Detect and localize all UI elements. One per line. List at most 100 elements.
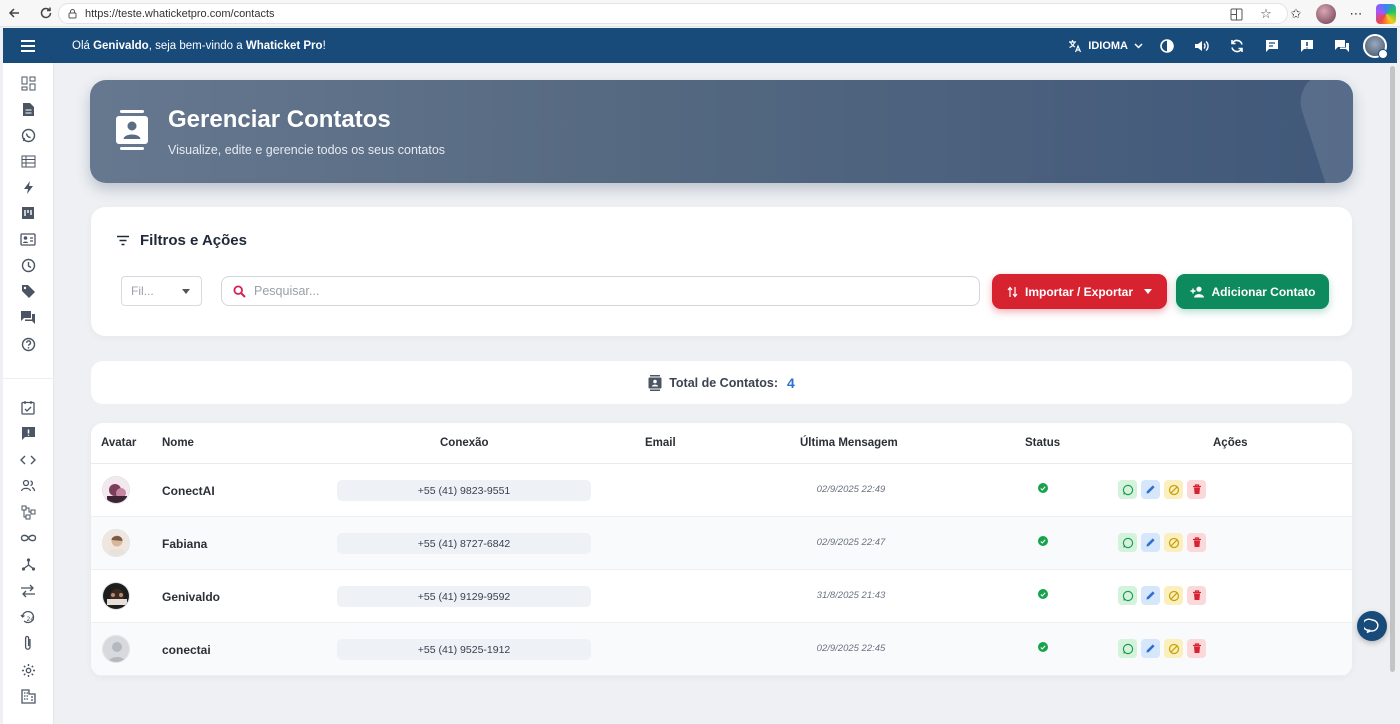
search-input[interactable] — [254, 284, 954, 298]
favorites-icon[interactable]: ✩ — [1286, 4, 1306, 24]
column-header-last-message: Última Mensagem — [800, 437, 898, 449]
contact-connection: +55 (41) 9823-9551 — [337, 480, 591, 501]
block-icon[interactable] — [1164, 586, 1183, 605]
volume-icon[interactable] — [1184, 39, 1219, 53]
search-icon — [233, 284, 246, 298]
back-arrow-icon[interactable] — [4, 3, 24, 23]
address-bar[interactable]: https://teste.whaticketpro.com/contacts — [58, 3, 1288, 24]
contacts-table: Avatar Nome Conexão Email Última Mensage… — [91, 423, 1352, 676]
users-icon[interactable] — [19, 477, 37, 495]
table-row[interactable]: Genivaldo +55 (41) 9129-9592 31/8/2025 2… — [91, 570, 1352, 623]
import-export-button[interactable]: Importar / Exportar — [992, 274, 1167, 309]
split-screen-icon[interactable] — [1226, 4, 1246, 24]
transfer-icon[interactable] — [19, 582, 37, 600]
infinity-icon[interactable] — [19, 529, 37, 547]
document-icon[interactable] — [19, 100, 37, 118]
block-icon[interactable] — [1164, 480, 1183, 499]
table-row[interactable]: conectai +55 (41) 9525-1912 02/9/2025 22… — [91, 623, 1352, 676]
whatsapp-action-icon[interactable] — [1118, 639, 1137, 658]
whatsapp-icon[interactable] — [19, 126, 37, 144]
integration-icon[interactable] — [19, 555, 37, 573]
table-row[interactable]: ConectAI +55 (41) 9823-9551 02/9/2025 22… — [91, 464, 1352, 517]
hamburger-menu-icon[interactable] — [3, 39, 53, 53]
chat-icon[interactable] — [1254, 38, 1289, 54]
settings-gear-icon[interactable] — [19, 661, 37, 679]
whatsapp-action-icon[interactable] — [1118, 533, 1137, 552]
add-contact-label: Adicionar Contato — [1211, 284, 1316, 299]
delete-trash-icon[interactable] — [1187, 639, 1206, 658]
delete-trash-icon[interactable] — [1187, 533, 1206, 552]
profile-avatar-icon[interactable] — [1316, 4, 1336, 24]
edit-pencil-icon[interactable] — [1141, 480, 1160, 499]
copilot-icon[interactable] — [1376, 4, 1396, 24]
filter-select-value: Fil... — [131, 284, 154, 298]
hours-24-icon[interactable]: 24 — [19, 608, 37, 626]
tag-icon[interactable] — [19, 282, 37, 300]
task-checklist-icon[interactable] — [19, 398, 37, 416]
caret-down-icon — [1144, 289, 1153, 294]
sidebar-divider — [3, 378, 54, 379]
url-text: https://teste.whaticketpro.com/contacts — [85, 7, 275, 20]
edit-pencil-icon[interactable] — [1141, 533, 1160, 552]
row-actions — [1118, 533, 1206, 552]
forum-icon[interactable] — [19, 308, 37, 326]
page-subtitle: Visualize, edite e gerencie todos os seu… — [168, 143, 446, 157]
edit-pencil-icon[interactable] — [1141, 639, 1160, 658]
chat-bubble-icon[interactable] — [1357, 611, 1387, 641]
status-check-icon — [1038, 642, 1048, 652]
user-avatar[interactable] — [1363, 33, 1388, 59]
announcement-icon[interactable] — [1289, 38, 1324, 54]
contacts-book-icon — [114, 110, 152, 152]
whatsapp-action-icon[interactable] — [1118, 480, 1137, 499]
delete-trash-icon[interactable] — [1187, 480, 1206, 499]
greeting-app-name: Whaticket Pro — [245, 39, 323, 52]
contact-last-message: 02/9/2025 22:45 — [816, 643, 886, 654]
block-icon[interactable] — [1164, 533, 1183, 552]
greeting-middle: , seja bem-vindo a — [148, 39, 246, 52]
import-export-icon — [1007, 286, 1018, 297]
page-info-icon[interactable] — [67, 8, 78, 19]
contact-connection: +55 (41) 9129-9592 — [337, 586, 591, 607]
contacts-book-icon — [648, 374, 662, 391]
language-selector[interactable]: IDIOMA — [1068, 39, 1143, 53]
edit-pencil-icon[interactable] — [1141, 586, 1160, 605]
flash-icon[interactable] — [19, 178, 37, 196]
whatsapp-action-icon[interactable] — [1118, 586, 1137, 605]
status-check-icon — [1038, 536, 1048, 546]
reload-icon[interactable] — [36, 3, 56, 23]
flow-builder-icon[interactable] — [19, 503, 37, 521]
contact-name: Fabiana — [162, 537, 208, 551]
company-building-icon[interactable] — [19, 687, 37, 705]
contacts-icon[interactable] — [19, 230, 37, 248]
favorite-star-icon[interactable]: ☆ — [1256, 4, 1276, 24]
delete-trash-icon[interactable] — [1187, 586, 1206, 605]
add-contact-button[interactable]: Adicionar Contato — [1176, 274, 1329, 309]
contact-connection: +55 (41) 9525-1912 — [337, 639, 591, 660]
contact-connection: +55 (41) 8727-6842 — [337, 533, 591, 554]
kanban-icon[interactable] — [19, 204, 37, 222]
table-row[interactable]: Fabiana +55 (41) 8727-6842 02/9/2025 22:… — [91, 517, 1352, 570]
more-options-icon[interactable]: ⋯ — [1346, 4, 1366, 24]
help-icon[interactable] — [19, 335, 37, 353]
contact-name: ConectAI — [162, 484, 215, 498]
filters-card: Filtros e Ações Fil... Importar / Export… — [91, 207, 1352, 336]
feedback-icon[interactable] — [19, 424, 37, 442]
attachment-icon[interactable] — [19, 634, 37, 652]
refresh-icon[interactable] — [1219, 38, 1254, 54]
table-list-icon[interactable] — [19, 152, 37, 170]
search-box[interactable] — [221, 276, 980, 306]
messages-icon[interactable] — [1324, 38, 1359, 54]
table-header: Avatar Nome Conexão Email Última Mensage… — [91, 423, 1352, 464]
dashboard-icon[interactable] — [19, 74, 37, 92]
total-contacts-count: 4 — [787, 374, 795, 391]
clock-icon[interactable] — [19, 256, 37, 274]
contact-avatar — [102, 476, 130, 504]
theme-toggle-icon[interactable] — [1149, 38, 1184, 54]
page-title: Gerenciar Contatos — [168, 106, 391, 133]
block-icon[interactable] — [1164, 639, 1183, 658]
status-check-icon — [1038, 483, 1048, 493]
filter-select[interactable]: Fil... — [121, 276, 202, 306]
page-scrollbar[interactable] — [1390, 66, 1395, 672]
welcome-message: Olá Genivaldo, seja bem-vindo a Whaticke… — [72, 40, 326, 52]
code-icon[interactable] — [19, 451, 37, 469]
